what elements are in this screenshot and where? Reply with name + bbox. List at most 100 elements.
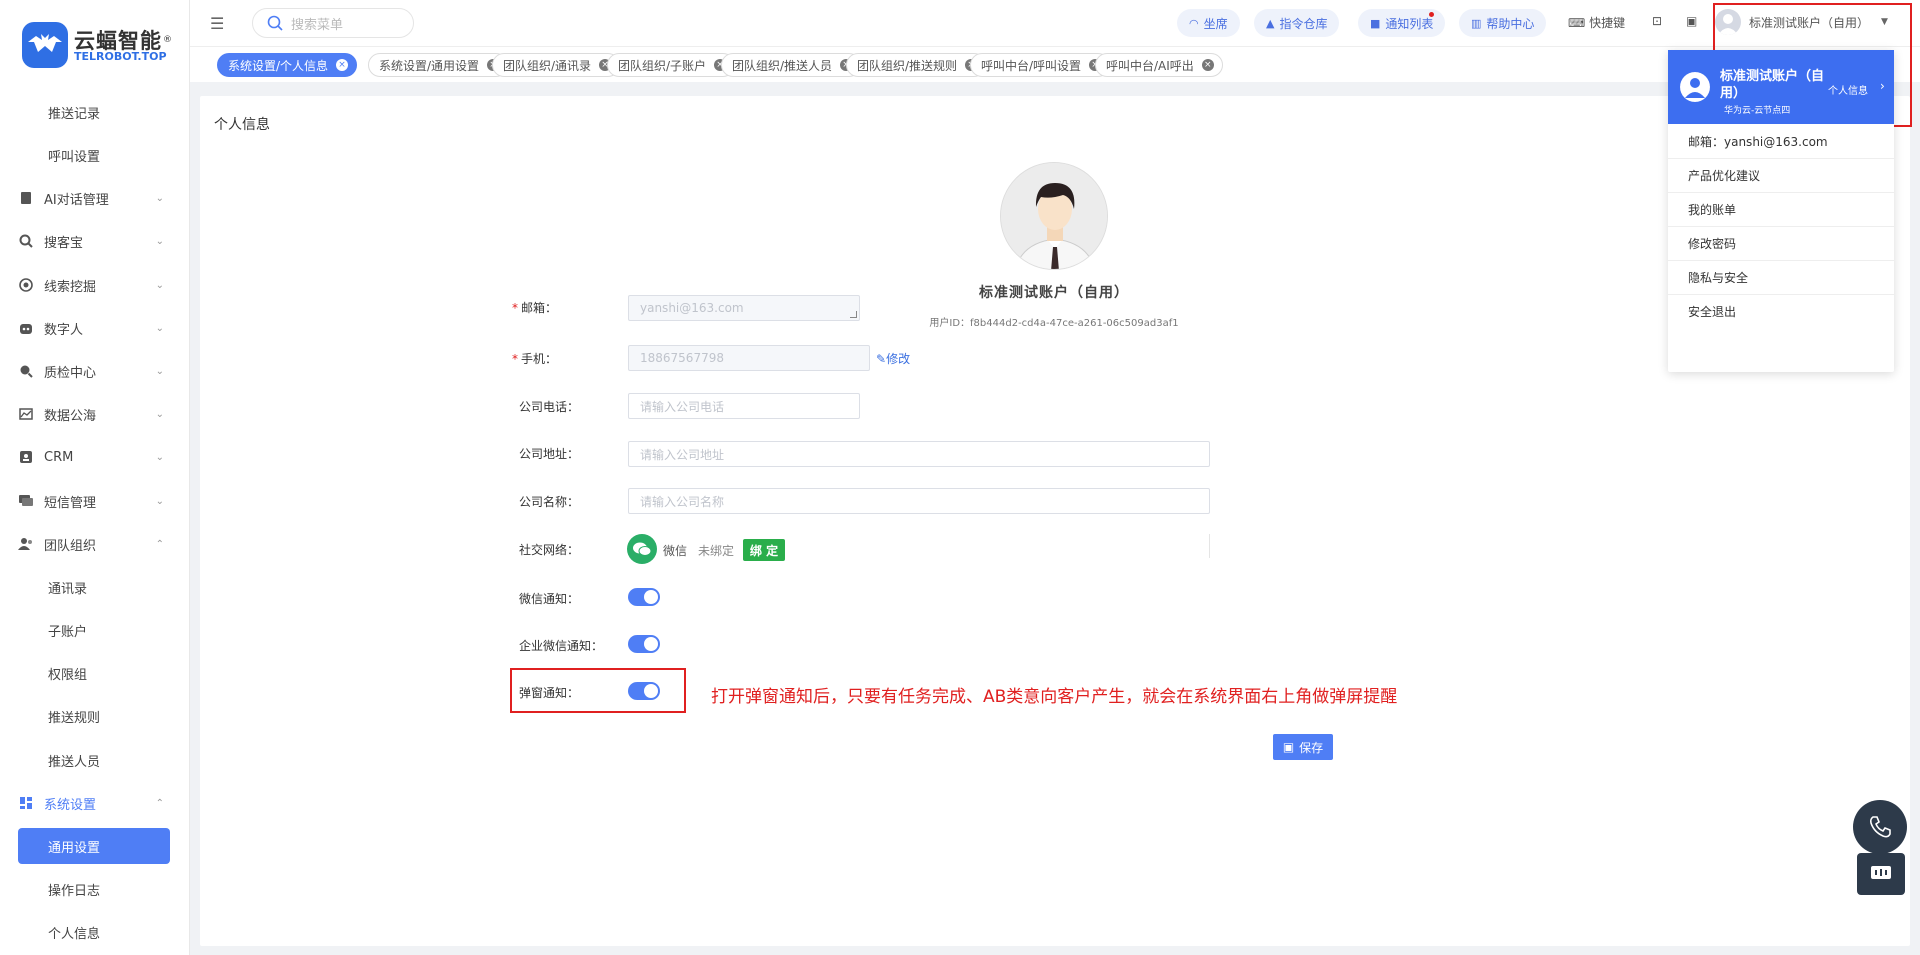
floating-phone-button[interactable] (1853, 800, 1907, 854)
company-name-input[interactable]: 请输入公司名称 (628, 488, 1210, 514)
account-card[interactable]: 标准测试账户（自用） 华为云-云节点四 个人信息 › (1668, 50, 1894, 124)
tab-label: 团队组织/推送规则 (857, 58, 958, 73)
sidebar-item-ai-dialog[interactable]: AI对话管理 ⌄ (18, 180, 170, 216)
sidebar-item-operation-log[interactable]: 操作日志 (48, 874, 100, 904)
notification-list-label: 通知列表 (1385, 16, 1434, 31)
edit-label: 修改 (886, 352, 911, 366)
chat-icon (1871, 866, 1891, 879)
sidebar-item-crm[interactable]: CRM ⌄ (18, 439, 170, 475)
sidebar-item-sub-accounts[interactable]: 子账户 (48, 615, 87, 645)
tab-label: 系统设置/通用设置 (379, 58, 480, 73)
toggle-knob (644, 590, 658, 604)
chevron-down-icon: ⌄ (155, 279, 164, 291)
close-icon[interactable]: × (336, 59, 349, 71)
phone-label: * 手机： (512, 350, 557, 367)
chevron-down-icon: ⌄ (155, 365, 164, 377)
menu-item-logout[interactable]: 安全退出 (1668, 294, 1894, 328)
dashboard-icon (18, 795, 34, 811)
tabs-bar: 系统设置/个人信息× 系统设置/通用设置× 团队组织/通讯录× 团队组织/子账户… (190, 46, 1920, 82)
sidebar-item-quality-center[interactable]: 质检中心 ⌄ (18, 353, 170, 389)
save-button[interactable]: ▣ 保存 (1273, 734, 1333, 760)
tab-team-sub-accounts[interactable]: 团队组织/子账户× (607, 53, 736, 77)
wechat-status: 未绑定 (698, 544, 735, 558)
sidebar-item-label: 数字人 (44, 322, 84, 338)
brand-logo[interactable]: 云蝠智能 ® TELROBOT.TOP (22, 22, 172, 72)
sidebar-item-label: 质检中心 (44, 365, 97, 381)
sidebar-item-label: 线索挖掘 (44, 279, 97, 295)
keyboard-icon: ⌨ (1568, 16, 1590, 30)
company-phone-input[interactable]: 请输入公司电话 (628, 393, 860, 419)
personal-info-link[interactable]: 个人信息 (1828, 82, 1868, 97)
sidebar-item-data-pool[interactable]: 数据公海 ⌄ (18, 396, 170, 432)
save-icon: ▣ (1282, 740, 1295, 754)
company-address-label: 公司地址： (519, 447, 580, 461)
command-repo-button[interactable]: ▲ 指令仓库 (1254, 9, 1340, 37)
sidebar-item-push-rules[interactable]: 推送规则 (48, 701, 100, 731)
popup-notify-label: 弹窗通知： (519, 686, 580, 700)
menu-collapse-icon[interactable]: ☰ (210, 14, 224, 33)
chevron-down-icon: ⌄ (155, 322, 164, 334)
sidebar-item-contacts[interactable]: 通讯录 (48, 572, 87, 602)
screen-icon[interactable]: ⊡ (1652, 14, 1662, 28)
profile-name: 标准测试账户（自用） (979, 285, 1129, 301)
sidebar-item-general-settings[interactable]: 通用设置 (18, 828, 170, 864)
sidebar-item-push-records[interactable]: 推送记录 (48, 97, 100, 127)
required-mark: * (512, 301, 518, 315)
help-center-button[interactable]: ▥ 帮助中心 (1459, 9, 1547, 37)
company-name-placeholder: 请输入公司名称 (640, 494, 725, 509)
wechat-notify-toggle[interactable] (628, 588, 660, 606)
sidebar-item-soukebao[interactable]: 搜客宝 ⌄ (18, 223, 170, 259)
sidebar-item-sms[interactable]: 短信管理 ⌄ (18, 483, 170, 519)
chevron-right-icon: › (1880, 79, 1885, 93)
seat-button[interactable]: ◠ 坐席 (1177, 9, 1240, 37)
bind-wechat-button[interactable]: 绑 定 (743, 539, 785, 561)
menu-item-feedback[interactable]: 产品优化建议 (1668, 158, 1894, 192)
sidebar-item-lead-mining[interactable]: 线索挖掘 ⌄ (18, 267, 170, 303)
tab-label: 呼叫中台/AI呼出 (1106, 58, 1194, 73)
shortcut-button[interactable]: ⌨ 快捷键 (1568, 14, 1625, 31)
tab-ai-outbound[interactable]: 呼叫中台/AI呼出 × (1095, 53, 1223, 77)
sidebar-item-permission-groups[interactable]: 权限组 (48, 658, 87, 688)
notification-list-button[interactable]: ■ 通知列表 (1358, 9, 1446, 37)
company-address-input[interactable]: 请输入公司地址 (628, 441, 1210, 467)
close-icon[interactable]: × (1201, 59, 1214, 71)
floating-chat-button[interactable] (1857, 853, 1905, 895)
chevron-down-icon: ⌄ (155, 192, 164, 204)
phone-icon (1869, 816, 1891, 838)
edit-phone-link[interactable]: ✎修改 (876, 350, 910, 367)
divider (1209, 534, 1210, 558)
registered-mark: ® (163, 35, 172, 45)
wecom-notify-toggle[interactable] (628, 635, 660, 653)
tab-team-contacts[interactable]: 团队组织/通讯录 × (492, 53, 621, 77)
menu-search[interactable]: 搜索菜单 (252, 8, 414, 38)
menu-item-billing[interactable]: 我的账单 (1668, 192, 1894, 226)
tab-system-personal-info[interactable]: 系统设置/个人信息 × (217, 53, 358, 77)
tab-system-general-settings[interactable]: 系统设置/通用设置× (368, 53, 509, 77)
popup-notify-toggle[interactable] (628, 682, 660, 700)
sidebar-item-digital-human[interactable]: 数字人 ⌄ (18, 310, 170, 346)
tab-team-push-rules[interactable]: 团队组织/推送规则× (846, 53, 987, 77)
phone-value: 18867567798 (640, 351, 724, 365)
social-label: 社交网络： (519, 543, 580, 557)
company-phone-label: 公司电话： (519, 400, 580, 414)
tab-team-push-staff[interactable]: 团队组织/推送人员× (721, 53, 862, 77)
search-input[interactable]: 搜索菜单 (291, 14, 343, 33)
bell-doc-icon: ■ (1370, 16, 1381, 30)
lock-screen-icon[interactable]: ▣ (1686, 14, 1697, 28)
sidebar-item-team[interactable]: 团队组织 ⌃ (18, 526, 170, 562)
top-bar: ☰ 搜索菜单 ◠ 坐席 ▲ 指令仓库 ■ 通知列表 ▥ 帮助中心 ⌨ 快捷键 ⊡ ▣ 标… (190, 0, 1920, 46)
sidebar-item-push-staff[interactable]: 推送人员 (48, 745, 100, 775)
chevron-down-icon: ⌄ (155, 408, 164, 420)
menu-item-change-password[interactable]: 修改密码 (1668, 226, 1894, 260)
email-value: yanshi@163.com (640, 301, 744, 315)
avatar (1680, 72, 1710, 102)
sidebar-item-system-settings[interactable]: 系统设置 ⌃ (18, 785, 170, 821)
required-mark: * (512, 352, 518, 366)
sidebar-item-personal-info[interactable]: 个人信息 (48, 917, 100, 947)
menu-item-privacy[interactable]: 隐私与安全 (1668, 260, 1894, 294)
sidebar-item-label: 搜客宝 (44, 235, 84, 251)
tab-call-settings[interactable]: 呼叫中台/呼叫设置× (970, 53, 1111, 77)
profile-avatar[interactable] (1000, 162, 1108, 270)
sidebar-item-call-settings[interactable]: 呼叫设置 (48, 140, 100, 170)
tab-label: 团队组织/通讯录 (503, 58, 592, 73)
